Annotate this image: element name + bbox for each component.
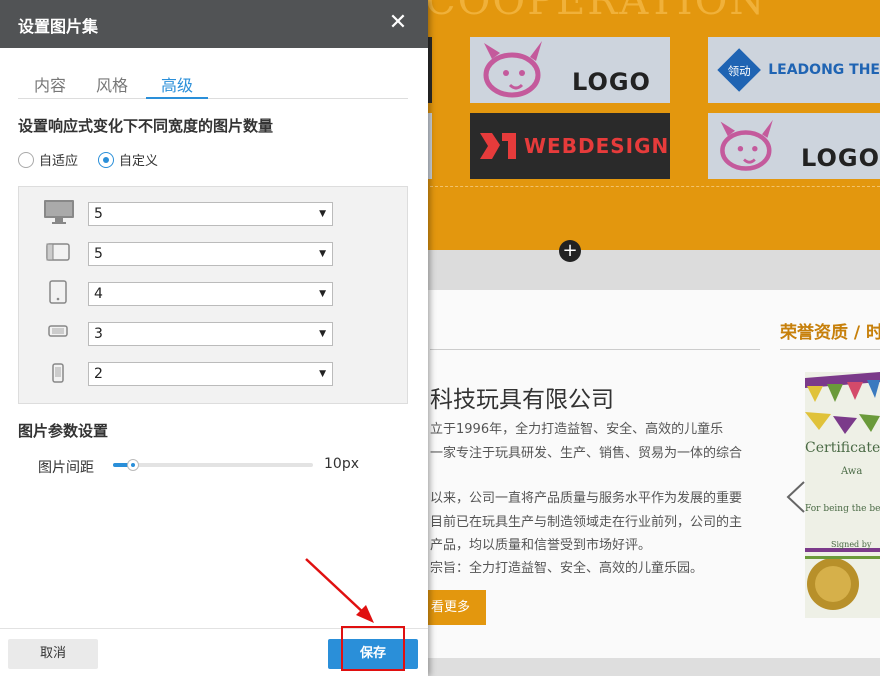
intro-text-line: 目前已在玩具生产与制造领域走在行业前列，公司的主: [430, 515, 743, 530]
logo-text: LEADONG THE: [768, 62, 880, 78]
certificate-decoration: [805, 372, 880, 610]
select-value: 3: [94, 326, 103, 342]
about-divider: [430, 349, 760, 350]
certificate-image[interactable]: Certificate o Awa For being the best Sig…: [805, 372, 880, 618]
radio-label: 自适应: [39, 154, 79, 169]
close-icon[interactable]: ✕: [388, 11, 408, 35]
certificate-title: Certificate o: [805, 440, 880, 456]
certificate-text: Signed by: [831, 540, 872, 549]
logo-text: LOGO: [572, 68, 651, 96]
tablet-landscape-count-select[interactable]: 3 ▼: [88, 322, 333, 346]
intro-text-line: 产品，均以质量和信誉受到市场好评。: [430, 538, 652, 553]
logo-text: LOGO: [801, 144, 880, 172]
partner-logo-1[interactable]: LOGO: [470, 37, 670, 103]
company-name: 科技玩具有限公司: [430, 387, 614, 413]
webdesign-mark-icon: [480, 133, 516, 159]
annotation-highlight-box: [341, 626, 405, 671]
radio-custom[interactable]: 自定义: [98, 150, 158, 169]
banner-title: COOPERATION: [425, 0, 767, 24]
laptop-count-select[interactable]: 5 ▼: [88, 242, 333, 266]
tab-style[interactable]: 风格: [96, 72, 128, 96]
chevron-down-icon: ▼: [319, 329, 326, 339]
device-count-panel: 5 ▼ 5 ▼ 4 ▼ 3 ▼ 2 ▼: [18, 186, 408, 404]
section-divider: [430, 186, 880, 187]
dialog-header: 设置图片集 ✕: [0, 0, 428, 48]
select-value: 4: [94, 286, 103, 302]
chevron-down-icon: ▼: [319, 249, 326, 259]
select-value: 5: [94, 206, 103, 222]
tab-content[interactable]: 内容: [34, 72, 66, 96]
intro-text-line: 以来，公司一直将产品质量与服务水平作为发展的重要: [430, 491, 743, 506]
radio-unchecked-icon: [18, 151, 34, 168]
radio-label: 自定义: [119, 154, 159, 169]
leadong-seal-text: 领动: [728, 64, 751, 78]
intro-text-line: 宗旨：全力打造益智、安全、高效的儿童乐园。: [430, 561, 704, 576]
chevron-down-icon: ▼: [319, 369, 326, 379]
responsive-section-title: 设置响应式变化下不同宽度的图片数量: [18, 117, 274, 135]
radio-checked-icon: [98, 151, 114, 168]
partner-logo-4[interactable]: LOGO: [708, 113, 880, 179]
add-section-button[interactable]: +: [559, 240, 581, 262]
partner-logo-3[interactable]: WEBDESIGN: [470, 113, 670, 179]
tablet-icon: [49, 280, 67, 304]
active-tab-indicator: [146, 97, 208, 99]
tablet-landscape-icon: [48, 325, 68, 337]
spacing-slider-handle[interactable]: [127, 459, 139, 471]
select-value: 5: [94, 246, 103, 262]
tablet-count-select[interactable]: 4 ▼: [88, 282, 333, 306]
select-value: 2: [94, 366, 103, 382]
desktop-icon: [44, 200, 74, 224]
annotation-arrow-icon: [305, 558, 374, 623]
radio-adaptive[interactable]: 自适应: [18, 150, 78, 169]
phone-count-select[interactable]: 2 ▼: [88, 362, 333, 386]
dog-logo-icon: [483, 41, 542, 98]
honor-divider: [780, 349, 880, 350]
leadong-diamond-icon: 领动: [717, 48, 761, 92]
tab-advanced[interactable]: 高级: [161, 72, 193, 96]
dialog-tabs: 内容 风格 高级: [18, 70, 408, 99]
spacing-label: 图片间距: [38, 460, 94, 476]
certificate-text: For being the best: [805, 504, 880, 514]
honor-heading: 荣誉资质 / 时: [780, 323, 880, 343]
intro-text-line: 立于1996年，全力打造益智、安全、高效的儿童乐: [430, 422, 724, 437]
certificate-text: Awa: [841, 466, 863, 477]
partner-logo-2[interactable]: 领动 LEADONG THE: [708, 37, 880, 103]
carousel-prev-icon[interactable]: [784, 480, 808, 514]
desktop-count-select[interactable]: 5 ▼: [88, 202, 333, 226]
chevron-down-icon: ▼: [319, 289, 326, 299]
params-section-title: 图片参数设置: [18, 422, 109, 440]
dog-logo-icon: [720, 119, 773, 171]
spacing-slider-track[interactable]: [113, 463, 313, 467]
intro-text-line: 一家专注于玩具研发、生产、销售、贸易为一体的综合: [430, 446, 743, 461]
chevron-down-icon: ▼: [319, 209, 326, 219]
spacing-value: 10px: [324, 456, 359, 472]
laptop-icon: [46, 243, 70, 261]
cancel-button[interactable]: 取消: [8, 639, 98, 669]
logo-text: WEBDESIGN: [524, 134, 670, 158]
phone-icon: [52, 363, 64, 383]
dialog-title: 设置图片集: [18, 17, 99, 36]
